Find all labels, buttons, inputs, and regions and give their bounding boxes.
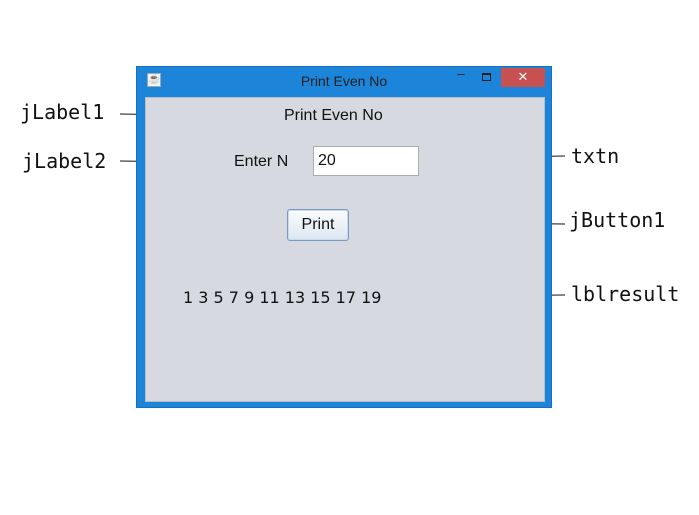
callout-jlabel2: jLabel2	[22, 149, 107, 173]
callout-txtn: txtn	[571, 144, 620, 168]
callout-jlabel1: jLabel1	[20, 100, 105, 124]
callout-jbutton1: jButton1	[569, 208, 666, 232]
callout-lblresult: lblresult	[571, 282, 680, 306]
result-label: 1 3 5 7 9 11 13 15 17 19	[183, 288, 382, 307]
content-pane: Print Even No Enter N 20 Print 1 3 5 7 9…	[145, 97, 545, 402]
print-button[interactable]: Print	[287, 209, 349, 241]
close-button[interactable]: ✕	[501, 68, 545, 87]
n-input-field[interactable]: 20	[313, 146, 419, 176]
title-bar[interactable]: ☕ Print Even No – ✕	[137, 67, 551, 96]
form-heading-label: Print Even No	[284, 107, 383, 124]
maximize-button[interactable]	[482, 73, 491, 81]
app-window: ☕ Print Even No – ✕ Print Even No Enter …	[136, 66, 552, 408]
minimize-button[interactable]: –	[455, 67, 467, 81]
enter-n-label: Enter N	[234, 153, 289, 170]
